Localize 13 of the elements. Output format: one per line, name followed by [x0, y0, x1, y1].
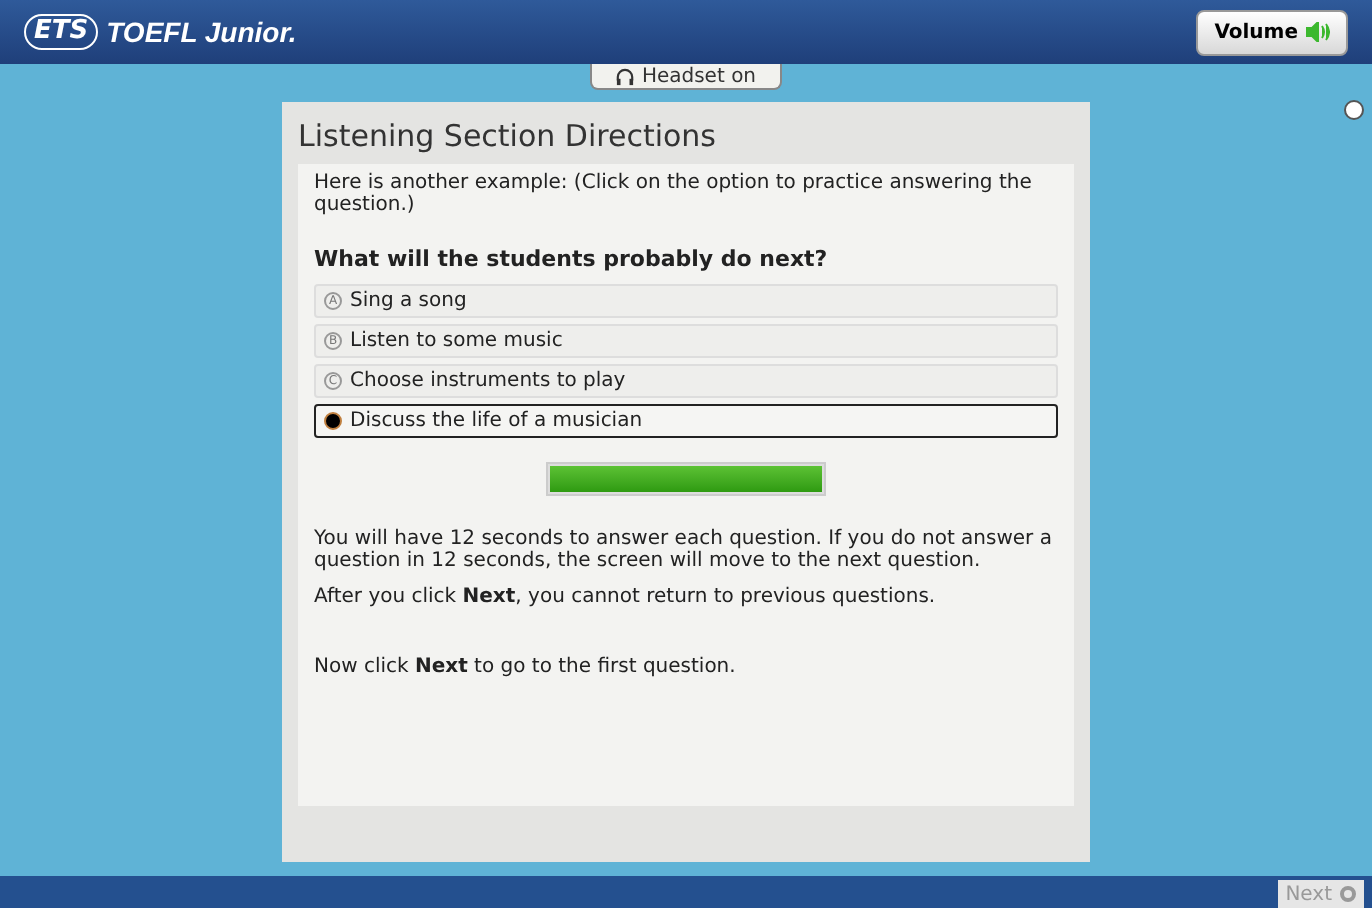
- instruction-text: Now click Next to go to the first question.: [314, 654, 738, 682]
- instruction-text: After you click Next, you cannot return to previous questions.: [314, 584, 938, 612]
- instruction-text: You will have 12 seconds to answer each question. If you do not answer a question in 12 seconds, the screen will move to the next question.: [314, 528, 1054, 572]
- volume-button[interactable]: Volume: [1196, 9, 1348, 55]
- headphones-icon: [615, 67, 634, 85]
- logo-mark: ETS: [24, 13, 99, 51]
- selected-radio-icon: [324, 412, 342, 430]
- product-name: TOEFL Junior.: [106, 13, 297, 51]
- question-text: What will the students probably do next?: [314, 243, 830, 275]
- answer-option[interactable]: Discuss the life of a musician: [314, 404, 1058, 438]
- section-title: Listening Section Directions: [298, 116, 718, 158]
- speaker-icon: [1306, 22, 1330, 42]
- intro-text: Here is another example: (Click on the option to practice answering the question.): [314, 171, 1034, 215]
